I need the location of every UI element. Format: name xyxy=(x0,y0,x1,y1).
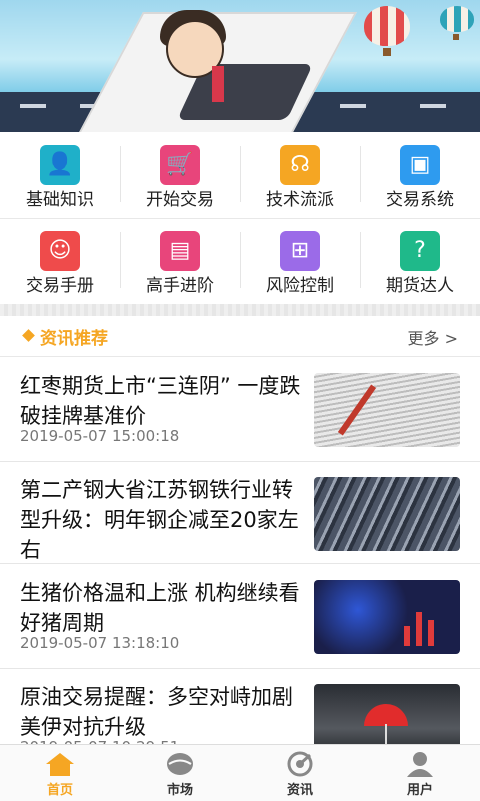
news-title: 原油交易提醒：多空对峙加剧 美伊对抗升级 xyxy=(20,685,293,739)
screen-bar xyxy=(416,612,422,646)
divider xyxy=(0,218,480,219)
road-dash xyxy=(20,104,46,108)
umbrella-handle xyxy=(385,724,387,746)
divider xyxy=(120,232,121,288)
id-card-icon: ▤ xyxy=(160,231,200,271)
hot-air-balloon-icon xyxy=(440,6,474,32)
grid-item-basics[interactable]: 👤 基础知识 xyxy=(0,132,120,218)
grid-item-label: 交易手册 xyxy=(26,276,94,296)
grid-item-futures-expert[interactable]: ? 期货达人 xyxy=(360,218,480,304)
divider xyxy=(360,146,361,202)
grid-item-label: 基础知识 xyxy=(26,190,94,210)
home-icon xyxy=(46,753,74,776)
umbrella-graphic xyxy=(364,704,408,726)
news-title: 第二产钢大省江苏钢铁行业转型升级：明年钢企减至20家左右 xyxy=(20,478,299,562)
grid-item-label: 风险控制 xyxy=(266,276,334,296)
news-thumbnail xyxy=(314,477,460,551)
news-title: 红枣期货上市“三连阴” 一度跌破挂牌基准价 xyxy=(20,374,301,428)
news-item[interactable]: 原油交易提醒：多空对峙加剧 美伊对抗升级 2019-05-07 10:29:51 xyxy=(0,668,480,758)
diamond-icon xyxy=(22,329,35,342)
news-item[interactable]: 生猪价格温和上涨 机构继续看好猪周期 2019-05-07 13:18:10 xyxy=(0,564,480,669)
section-gap xyxy=(0,304,480,316)
road-dash xyxy=(420,104,446,108)
grid-item-tech-schools[interactable]: ☊ 技术流派 xyxy=(240,132,360,218)
divider xyxy=(120,146,121,202)
divider xyxy=(240,146,241,202)
grid-item-label: 交易系统 xyxy=(386,190,454,210)
grid-item-label: 期货达人 xyxy=(386,276,454,296)
feature-grid: 👤 基础知识 🛒 开始交易 ☊ 技术流派 ▣ 交易系统 ☺ 交易手册 ▤ 高手进… xyxy=(0,132,480,304)
news-section-header: 资讯推荐 更多 > xyxy=(0,316,480,357)
divider xyxy=(360,232,361,288)
analyst-icon: ☊ xyxy=(280,145,320,185)
shopping-cart-icon: 🛒 xyxy=(160,145,200,185)
hero-banner[interactable] xyxy=(0,0,480,132)
grid-item-start-trading[interactable]: 🛒 开始交易 xyxy=(120,132,240,218)
news-date: 2019-05-07 13:18:10 xyxy=(20,634,180,652)
grid-item-label: 开始交易 xyxy=(146,190,214,210)
grid-item-advanced[interactable]: ▤ 高手进阶 xyxy=(120,218,240,304)
news-item[interactable]: 红枣期货上市“三连阴” 一度跌破挂牌基准价 2019-05-07 15:00:1… xyxy=(0,357,480,462)
news-icon xyxy=(287,751,313,777)
tab-home[interactable]: 首页 xyxy=(0,745,120,801)
teacher-icon: 👤 xyxy=(40,145,80,185)
more-link[interactable]: 更多 > xyxy=(408,325,459,349)
tab-label: 市场 xyxy=(166,783,193,798)
manual-icon: ☺ xyxy=(40,231,80,271)
news-thumbnail xyxy=(314,580,460,654)
pen-graphic xyxy=(337,384,377,436)
tab-user[interactable]: 用户 xyxy=(360,745,480,801)
tab-label: 资讯 xyxy=(286,783,313,798)
question-chat-icon: ? xyxy=(400,231,440,271)
user-icon xyxy=(407,752,433,777)
news-thumbnail xyxy=(314,373,460,447)
hot-air-balloon-icon xyxy=(364,6,410,46)
balloon-basket xyxy=(383,48,391,56)
divider xyxy=(240,232,241,288)
grid-item-risk-control[interactable]: ⊞ 风险控制 xyxy=(240,218,360,304)
market-icon xyxy=(167,753,193,775)
screen-bar xyxy=(428,620,434,646)
tab-label: 首页 xyxy=(46,783,73,798)
tab-market[interactable]: 市场 xyxy=(120,745,240,801)
news-title: 生猪价格温和上涨 机构继续看好猪周期 xyxy=(20,581,300,635)
grid-item-label: 高手进阶 xyxy=(146,276,214,296)
tab-news[interactable]: 资讯 xyxy=(240,745,360,801)
tab-label: 用户 xyxy=(406,783,433,798)
road-dash xyxy=(340,104,366,108)
screen-bar xyxy=(404,626,410,646)
presentation-icon: ▣ xyxy=(400,145,440,185)
grid-item-trading-system[interactable]: ▣ 交易系统 xyxy=(360,132,480,218)
news-item[interactable]: 第二产钢大省江苏钢铁行业转型升级：明年钢企减至20家左右 xyxy=(0,461,480,564)
section-title: 资讯推荐 xyxy=(40,329,108,349)
balloon-basket xyxy=(453,34,459,40)
news-date: 2019-05-07 15:00:18 xyxy=(20,427,180,445)
grid-item-manual[interactable]: ☺ 交易手册 xyxy=(0,218,120,304)
bottom-tab-bar: 首页 市场 资讯 用户 xyxy=(0,744,480,801)
grid-apps-icon: ⊞ xyxy=(280,231,320,271)
banner-businessman-tie xyxy=(212,66,224,102)
grid-item-label: 技术流派 xyxy=(266,190,334,210)
